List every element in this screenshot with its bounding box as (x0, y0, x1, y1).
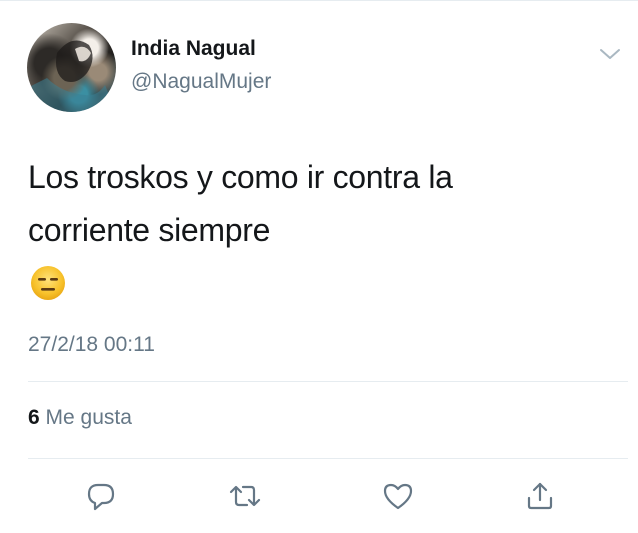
tweet-timestamp[interactable]: 27/2/18 00:11 (28, 333, 155, 357)
chevron-down-icon (600, 49, 620, 59)
share-icon (527, 482, 553, 510)
reply-button[interactable] (83, 478, 119, 514)
expressionless-face-icon (30, 265, 66, 301)
tweet-menu-button[interactable] (597, 44, 623, 64)
like-button[interactable] (380, 478, 416, 514)
avatar[interactable] (27, 23, 116, 112)
heart-icon (383, 483, 413, 510)
author-display-name[interactable]: India Nagual (131, 37, 256, 61)
divider (28, 381, 628, 382)
retweet-icon (229, 485, 261, 507)
likes-number: 6 (28, 406, 40, 429)
tweet-text-line: corriente siempre (28, 212, 271, 248)
tweet-text: Los troskos y como ir contra la corrient… (28, 151, 598, 257)
likes-count[interactable]: 6 Me gusta (28, 406, 132, 430)
top-divider (0, 0, 638, 1)
author-handle[interactable]: @NagualMujer (131, 70, 271, 94)
tweet-text-line: Los troskos y como ir contra la (28, 159, 453, 195)
likes-label: Me gusta (45, 406, 132, 429)
reply-icon (87, 483, 115, 511)
share-button[interactable] (522, 478, 558, 514)
divider (28, 458, 628, 459)
avatar-photo (27, 40, 116, 112)
retweet-button[interactable] (227, 478, 263, 514)
